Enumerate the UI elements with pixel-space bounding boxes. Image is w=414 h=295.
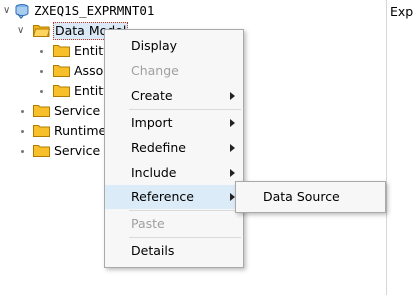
menu-item-create[interactable]: Create [105,84,243,108]
bullet-icon [40,70,43,73]
tree-node-label: Runtime [54,123,107,138]
folder-icon [33,145,50,157]
chevron-down-icon[interactable]: ∨ [17,21,24,41]
menu-item-label: Import [131,115,173,130]
bullet-icon [40,90,43,93]
menu-item-label: Paste [131,216,165,231]
submenu-arrow-icon [230,119,235,127]
menu-item-display[interactable]: Display [105,34,243,58]
menu-item-label: Create [131,88,173,103]
tree-node-label: Asso [74,63,104,78]
tree-node-label: Service I [54,103,108,118]
folder-icon [53,65,70,77]
bullet-icon [21,150,24,153]
right-pane-title: Expe [390,4,414,19]
chevron-down-icon[interactable]: ∨ [3,1,10,21]
submenu-arrow-icon [230,92,235,100]
menu-item-paste: Paste [105,212,243,236]
menu-separator [129,210,241,211]
menu-separator [129,109,241,110]
submenu-arrow-icon [230,169,235,177]
bullet-icon [21,130,24,133]
menu-item-import[interactable]: Import [105,111,243,135]
menu-item-label: Redefine [131,140,186,155]
menu-item-label: Reference [131,189,194,204]
menu-item-label: Change [131,63,179,78]
tree-root-label: ZXEQ1S_EXPRMNT01 [34,3,155,18]
bullet-icon [21,110,24,113]
tree-node-label: Service I [54,143,108,158]
folder-icon [33,125,50,137]
menu-separator [129,237,241,238]
menu-item-include[interactable]: Include [105,161,243,185]
right-pane: Expe [386,0,414,295]
menu-item-redefine[interactable]: Redefine [105,136,243,160]
bullet-icon [40,50,43,53]
submenu-item-data-source[interactable]: Data Source [236,185,385,209]
menu-item-label: Include [131,165,177,180]
menu-item-label: Display [131,38,178,53]
menu-item-change: Change [105,59,243,83]
folder-icon [53,45,70,57]
service-icon [15,4,29,19]
menu-item-details[interactable]: Details [105,239,243,263]
folder-icon [33,105,50,117]
reference-submenu: Data Source [235,181,386,213]
menu-item-reference[interactable]: Reference [105,185,243,209]
menu-item-label: Data Source [263,189,340,204]
context-menu: Display Change Create Import Redefine In… [104,29,244,268]
menu-item-label: Details [131,243,175,258]
submenu-arrow-icon [230,144,235,152]
folder-icon [53,85,70,97]
folder-open-icon [33,25,50,37]
